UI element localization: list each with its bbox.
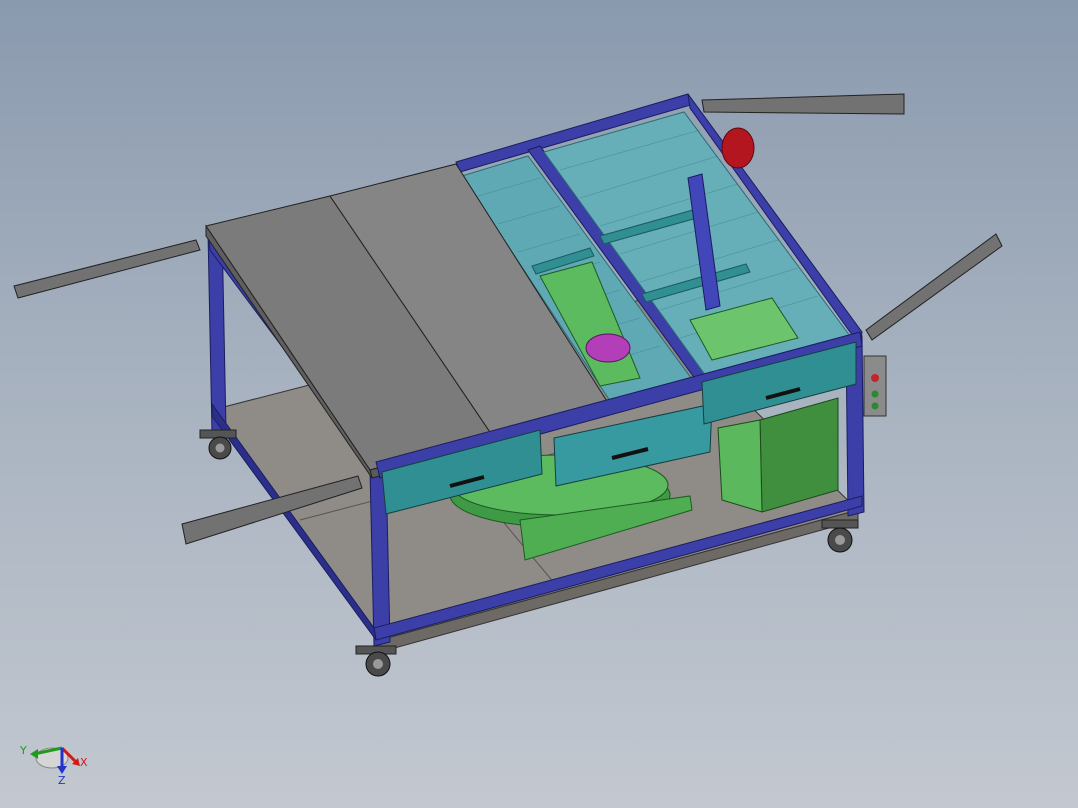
coordinate-triad[interactable]: Y X Z [14,736,94,786]
triad-arrow-y-icon [30,749,38,759]
red-motor [721,127,755,169]
extension-arm-back-right [701,93,905,115]
panel-button-red[interactable] [871,374,879,382]
magenta-part [585,333,631,363]
extension-arm-front-right [865,233,1003,341]
workbench-3d-model[interactable] [0,0,1078,808]
triad-label-x: X [80,756,88,769]
triad-arrow-z-icon [57,766,67,774]
caster-back-left [199,429,237,460]
extension-arm-back-left [13,239,201,299]
panel-button-green[interactable] [871,402,879,410]
panel-button-green[interactable] [871,390,879,398]
caster-front-left [355,645,397,677]
cad-graphics-viewport[interactable]: Y X Z [0,0,1078,808]
control-box-side [717,419,763,513]
triad-label-z: Z [58,774,66,786]
caster-front-right [821,519,859,553]
triad-label-y: Y [19,744,27,757]
